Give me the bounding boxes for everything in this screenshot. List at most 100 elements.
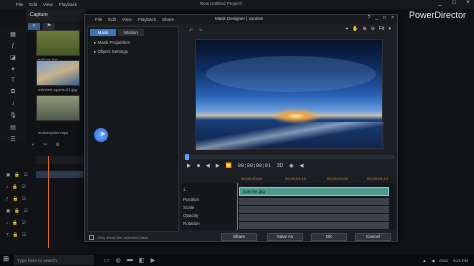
stop-icon[interactable]: ■ (197, 163, 200, 169)
maximize-button[interactable]: □ (383, 15, 386, 21)
preview-scrubber[interactable] (183, 154, 395, 160)
save-as-button[interactable]: Save As (267, 233, 303, 241)
keyframe-lane[interactable] (239, 206, 389, 213)
language-indicator[interactable]: ENG (439, 258, 448, 263)
play-icon[interactable]: ▶ (187, 163, 191, 169)
track-header[interactable]: ▣ 🔒 ☑ (6, 170, 40, 179)
select-icon[interactable]: ⌖ (345, 26, 348, 32)
next-frame-icon[interactable]: ▶ (216, 163, 220, 169)
fx-room-icon[interactable]: ƒ (11, 43, 14, 49)
media-thumbnail[interactable] (36, 30, 80, 56)
volume-icon[interactable]: ◀ (431, 258, 434, 263)
close-button[interactable]: × (391, 15, 394, 21)
zoom-in-icon[interactable]: ⊕ (363, 26, 367, 32)
attribute-position[interactable]: Position (183, 197, 199, 202)
track-header[interactable]: ▣ 🔒 ☑ (6, 206, 40, 215)
library-header[interactable]: Capture (26, 9, 86, 21)
close-button[interactable]: × (464, 0, 472, 6)
timecode-display[interactable]: 00;00;00;01 (238, 163, 271, 169)
minimize-button[interactable]: _ (436, 0, 444, 6)
track-header[interactable]: ƒ 🔒 ☑ (6, 194, 40, 203)
menu-file[interactable]: File (16, 2, 23, 7)
scrubber-handle[interactable] (185, 154, 189, 160)
menu-playback[interactable]: Playback (59, 2, 77, 7)
dlg-menu-file[interactable]: File (95, 17, 102, 22)
windows-start-icon[interactable]: ⊞ (0, 254, 12, 266)
dlg-menu-edit[interactable]: Edit (108, 17, 116, 22)
volume-icon[interactable]: ◀ (300, 163, 304, 169)
lock-icon[interactable]: 🔒 (12, 184, 18, 190)
tab-mask[interactable]: Mask (90, 29, 116, 36)
network-icon[interactable]: ▲ (422, 258, 426, 263)
taskbar-search-input[interactable]: Type here to search (14, 255, 94, 265)
lock-icon[interactable]: 🔒 (12, 220, 18, 226)
split-icon[interactable]: ✂ (43, 142, 47, 148)
media-room-icon[interactable]: ▦ (10, 31, 16, 38)
clock[interactable]: 5:21 PM (453, 258, 468, 263)
3d-mode-button[interactable]: 3D (277, 163, 283, 169)
task-view-icon[interactable]: ▭ (104, 257, 110, 264)
undo-icon[interactable]: ↶ (189, 28, 193, 34)
keyframe-ruler[interactable]: 00;00;00;00 00;00;01;10 00;00;03;00 00;0… (181, 175, 395, 183)
zoom-out-icon[interactable]: ⊖ (371, 26, 375, 32)
visibility-icon[interactable]: ☑ (22, 220, 26, 226)
snapshot-icon[interactable]: ◉ (289, 163, 293, 169)
mask-clip[interactable]: sunrise.jpg (239, 187, 389, 196)
timeline-ruler[interactable] (36, 156, 86, 164)
object-settings-section[interactable]: ▸ Object Settings (94, 49, 128, 55)
menu-edit[interactable]: Edit (29, 2, 37, 7)
powerdirector-icon[interactable]: ▶ (151, 257, 156, 264)
media-thumbnail[interactable] (36, 60, 80, 86)
hand-icon[interactable]: ✋ (352, 26, 358, 32)
settings-icon[interactable]: ⚙ (55, 142, 59, 148)
chevron-down-icon[interactable]: ▾ (388, 26, 391, 32)
lock-icon[interactable]: 🔒 (14, 172, 20, 178)
keyframe-lane[interactable] (239, 222, 389, 229)
subtitle-room-icon[interactable]: ☰ (10, 136, 15, 143)
track-header[interactable]: ♪ 🔒 ☑ (6, 182, 40, 191)
ok-button[interactable]: OK (311, 233, 347, 241)
store-icon[interactable]: ◧ (139, 257, 145, 264)
keyframe-playhead[interactable] (237, 183, 238, 230)
maximize-button[interactable]: □ (450, 0, 458, 6)
preview-canvas[interactable] (195, 39, 384, 150)
visibility-icon[interactable]: ☑ (22, 184, 26, 190)
track-header[interactable]: ♪ 🔒 ☑ (6, 218, 40, 227)
plugin-icon[interactable]: ⚑ (43, 23, 55, 30)
track-header[interactable]: T 🔒 ☑ (6, 230, 40, 239)
minimize-button[interactable]: _ (375, 15, 378, 21)
timeline-playhead[interactable] (48, 156, 49, 248)
dlg-menu-view[interactable]: View (122, 17, 132, 22)
import-icon[interactable]: ▾ (28, 23, 40, 30)
attribute-opacity[interactable]: Opacity (183, 213, 198, 218)
previous-frame-icon[interactable]: ◀ (206, 163, 210, 169)
media-thumbnail[interactable] (36, 95, 80, 121)
only-selected-checkbox[interactable]: Only show the selected track (89, 235, 148, 240)
timeline-clip[interactable] (36, 171, 86, 178)
checkbox[interactable] (89, 235, 94, 240)
snapshot-icon[interactable]: ◐ (32, 142, 35, 148)
visibility-icon[interactable]: ☑ (24, 208, 28, 214)
help-icon[interactable]: ? (367, 15, 370, 21)
attribute-scale[interactable]: Scale (183, 205, 194, 210)
mask-properties-section[interactable]: ▸ Mask Properties (94, 40, 130, 46)
title-room-icon[interactable]: T (11, 78, 15, 84)
visibility-icon[interactable]: ☑ (22, 232, 26, 238)
lock-icon[interactable]: 🔒 (14, 208, 20, 214)
lock-icon[interactable]: 🔒 (13, 196, 19, 202)
tab-motion[interactable]: Motion (118, 29, 144, 36)
visibility-icon[interactable]: ☑ (24, 172, 28, 178)
voice-room-icon[interactable]: 🎙 (9, 112, 17, 119)
cancel-button[interactable]: Cancel (355, 233, 391, 241)
dlg-menu-share[interactable]: Share (162, 17, 174, 22)
folder-icon[interactable]: ▬ (127, 257, 133, 264)
visibility-icon[interactable]: ☑ (22, 196, 26, 202)
dlg-menu-playback[interactable]: Playback (138, 17, 156, 22)
keyframe-lane[interactable] (239, 214, 389, 221)
redo-icon[interactable]: ↷ (198, 28, 202, 34)
audio-room-icon[interactable]: ♪ (12, 101, 15, 107)
chapter-room-icon[interactable]: ▤ (10, 124, 16, 131)
menu-view[interactable]: View (43, 2, 53, 7)
browser-icon[interactable]: ◍ (116, 257, 121, 264)
fast-forward-icon[interactable]: ⏩ (226, 163, 232, 169)
